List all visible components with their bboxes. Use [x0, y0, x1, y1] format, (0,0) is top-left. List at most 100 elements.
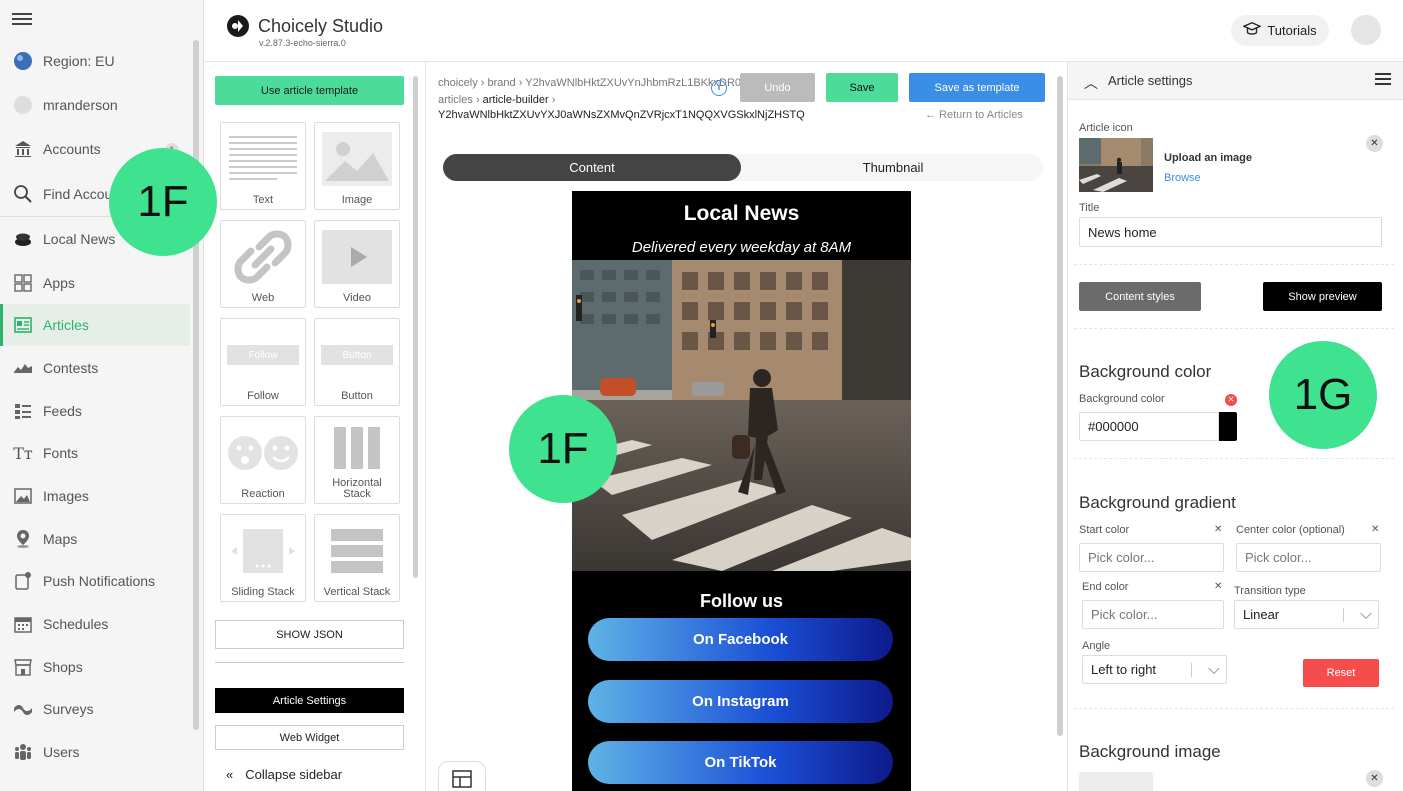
tile-label: Button: [341, 390, 373, 402]
nav-images[interactable]: Images: [0, 475, 190, 517]
nav-label: Accounts: [43, 141, 101, 157]
article-id: Y2hvaWNlbHktZXUvYXJ0aWNsZXMvQnZVRjcxT1NQ…: [438, 109, 805, 121]
app-stack-icon: [12, 228, 34, 250]
preview-facebook-button[interactable]: On Facebook: [588, 618, 893, 661]
breadcrumb-line-1[interactable]: choicely › brand › Y2hvaWNlbHktZXUvYnJhb…: [438, 75, 787, 92]
reset-gradient-button[interactable]: Reset: [1303, 659, 1379, 687]
remove-icon-button[interactable]: ✕: [1366, 135, 1383, 152]
chevron-down-icon: [1360, 607, 1372, 619]
nav-user[interactable]: mranderson: [0, 84, 190, 126]
preview-title[interactable]: Local News: [572, 202, 911, 226]
clear-end-color-icon[interactable]: ✕: [1214, 581, 1222, 592]
widget-tile-reaction[interactable]: Reaction: [220, 416, 306, 504]
widget-tile-text[interactable]: Text: [220, 122, 306, 210]
content-styles-button[interactable]: Content styles: [1079, 282, 1201, 311]
remove-background-image-button[interactable]: ✕: [1366, 770, 1383, 787]
tab-content[interactable]: Content: [443, 154, 741, 181]
layout-toggle-button[interactable]: [438, 761, 486, 791]
background-color-input[interactable]: #000000: [1079, 412, 1219, 441]
end-color-label: End color: [1082, 581, 1129, 593]
tab-thumbnail[interactable]: Thumbnail: [743, 154, 1043, 181]
dropdown-separator: [1343, 608, 1344, 622]
preview-instagram-button[interactable]: On Instagram: [588, 680, 893, 723]
user-avatar[interactable]: [1351, 15, 1381, 45]
preview-tiktok-button[interactable]: On TikTok: [588, 741, 893, 784]
widgets-scrollbar[interactable]: [413, 76, 418, 578]
nav-label: Surveys: [43, 701, 94, 717]
clear-start-color-icon[interactable]: ✕: [1214, 524, 1222, 535]
breadcrumb-line-2: articles › article-builder ›: [438, 92, 787, 109]
show-preview-button[interactable]: Show preview: [1263, 282, 1382, 311]
nav-shops[interactable]: Shops: [0, 646, 190, 688]
nav-contests[interactable]: Contests: [0, 347, 190, 389]
nav-region[interactable]: Region: EU: [0, 40, 190, 82]
canvas-scrollbar[interactable]: [1057, 76, 1063, 736]
breadcrumb-articles[interactable]: articles ›: [438, 94, 483, 106]
nav-fonts[interactable]: Tт Fonts: [0, 432, 190, 474]
canvas-tabs: Content Thumbnail: [443, 154, 1043, 181]
save-as-template-button[interactable]: Save as template: [909, 73, 1045, 102]
nav-push-notifications[interactable]: Push Notifications: [0, 560, 190, 602]
tile-label: Sliding Stack: [231, 586, 295, 598]
layout-grid-icon: [452, 769, 472, 791]
section-divider: [1074, 328, 1394, 329]
nav-label: Region: EU: [43, 53, 115, 69]
article-icon-thumbnail: [1079, 138, 1153, 192]
end-color-input[interactable]: Pick color...: [1082, 600, 1224, 629]
info-icon[interactable]: i: [711, 80, 727, 96]
background-color-heading: Background color: [1079, 362, 1212, 381]
nav-schedules[interactable]: Schedules: [0, 603, 190, 645]
start-color-input[interactable]: Pick color...: [1079, 543, 1224, 572]
save-button[interactable]: Save: [826, 73, 898, 102]
use-article-template-button[interactable]: Use article template: [215, 76, 404, 105]
collapse-sidebar-button[interactable]: « Collapse sidebar: [226, 767, 342, 782]
shop-icon: [12, 656, 34, 678]
browse-link[interactable]: Browse: [1164, 172, 1201, 184]
tile-label: Follow: [247, 390, 279, 402]
tile-label: Text: [252, 194, 274, 206]
settings-title: Article settings: [1108, 73, 1193, 88]
leftnav-scrollbar[interactable]: [193, 40, 199, 730]
feeds-icon: [12, 400, 34, 422]
web-widget-button[interactable]: Web Widget: [215, 725, 404, 750]
widget-tile-button[interactable]: Button Button: [314, 318, 400, 406]
title-input[interactable]: News home: [1079, 217, 1382, 247]
undo-button[interactable]: Undo: [740, 73, 815, 102]
menu-icon[interactable]: [1375, 70, 1391, 88]
widget-tile-follow[interactable]: Follow Follow: [220, 318, 306, 406]
tutorials-button[interactable]: Tutorials: [1231, 15, 1329, 46]
preview-hero-image[interactable]: [572, 260, 911, 571]
nav-apps[interactable]: Apps: [0, 262, 190, 304]
center-color-label: Center color (optional): [1236, 524, 1345, 536]
widget-tile-vertical-stack[interactable]: Vertical Stack: [314, 514, 400, 602]
transition-type-select[interactable]: Linear: [1234, 600, 1379, 629]
widget-tile-image[interactable]: Image: [314, 122, 400, 210]
clear-color-icon[interactable]: ✕: [1225, 394, 1237, 406]
background-color-swatch[interactable]: [1219, 412, 1237, 441]
hamburger-menu-icon[interactable]: [12, 10, 32, 28]
breadcrumb-current: article-builder: [482, 94, 549, 106]
widget-tile-web[interactable]: Web: [220, 220, 306, 308]
widget-tile-sliding-stack[interactable]: Sliding Stack: [220, 514, 306, 602]
widget-tile-video[interactable]: Video: [314, 220, 400, 308]
nav-feeds[interactable]: Feeds: [0, 390, 190, 432]
app-version: v.2.87.3-echo-sierra.0: [259, 38, 346, 48]
nav-surveys[interactable]: Surveys: [0, 688, 190, 730]
center-color-input[interactable]: Pick color...: [1236, 543, 1381, 572]
background-image-thumbnail: [1079, 772, 1153, 791]
clear-center-color-icon[interactable]: ✕: [1371, 524, 1379, 535]
preview-follow-title[interactable]: Follow us: [572, 591, 911, 612]
nav-articles[interactable]: Articles: [0, 304, 190, 346]
nav-maps[interactable]: Maps: [0, 518, 190, 560]
preview-subtitle[interactable]: Delivered every weekday at 8AM: [572, 239, 911, 256]
globe-icon: [12, 50, 34, 72]
nav-label: Users: [43, 744, 80, 760]
nav-users[interactable]: Users: [0, 731, 190, 773]
horizontal-stack-icon: [321, 422, 393, 474]
show-json-button[interactable]: SHOW JSON: [215, 620, 404, 649]
angle-select[interactable]: Left to right: [1082, 655, 1227, 684]
widget-tile-horizontal-stack[interactable]: Horizontal Stack: [314, 416, 400, 504]
chevron-up-icon[interactable]: ︿: [1084, 73, 1098, 93]
return-to-articles-link[interactable]: ← Return to Articles: [925, 109, 1023, 121]
article-settings-button[interactable]: Article Settings: [215, 688, 404, 713]
